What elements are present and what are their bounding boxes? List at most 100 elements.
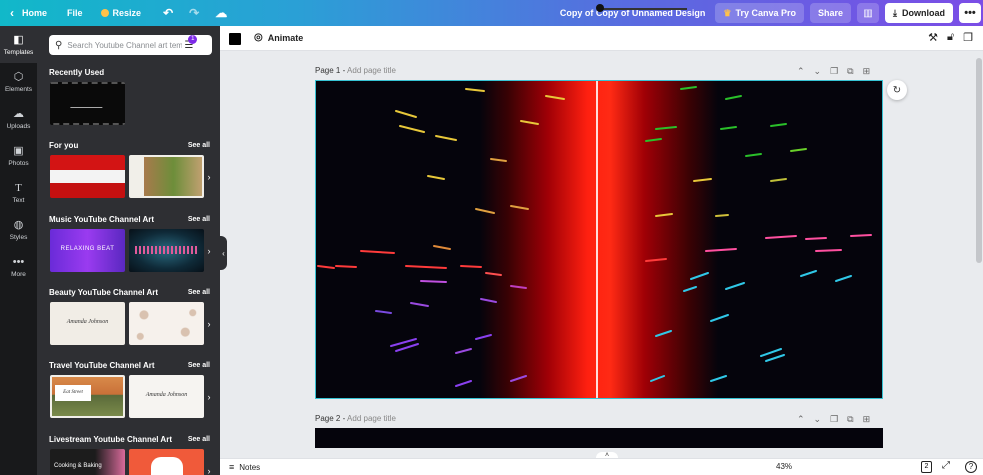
fullscreen-icon[interactable]: ⤢ xyxy=(942,460,950,471)
light-streaks-graphic xyxy=(317,86,872,387)
move-down-icon[interactable]: ⌄ xyxy=(814,66,822,77)
file-label: File xyxy=(67,8,83,18)
copy-page-icon[interactable]: ⧉ xyxy=(847,66,853,77)
help-button[interactable]: ? xyxy=(965,461,977,473)
regenerate-button[interactable]: ↻ xyxy=(887,80,907,100)
rail-item-templates[interactable]: ◧ Templates xyxy=(0,26,37,63)
carousel-next-button[interactable]: › xyxy=(205,302,213,345)
thumb-text: RELAXING BEAT xyxy=(60,246,115,252)
add-page-title[interactable]: Add page title xyxy=(347,414,396,423)
copy-page-icon[interactable]: ⧉ xyxy=(847,414,853,425)
see-all-beauty[interactable]: See all xyxy=(188,289,210,296)
animate-button[interactable]: ◎ Animate xyxy=(254,32,303,43)
move-down-icon[interactable]: ⌄ xyxy=(814,414,822,425)
rail-label: Elements xyxy=(4,85,33,93)
template-thumb[interactable]: Cooking & Baking xyxy=(50,449,125,475)
section-title-music: Music YouTube Channel Art xyxy=(49,215,155,224)
template-thumb[interactable] xyxy=(129,449,204,475)
add-page-icon[interactable]: ⊞ xyxy=(863,414,871,425)
carousel-next-button[interactable]: › xyxy=(205,229,213,272)
chevron-right-icon: › xyxy=(207,391,211,402)
design-canvas[interactable] xyxy=(315,80,883,399)
template-thumb[interactable] xyxy=(50,155,125,198)
see-all-for-you[interactable]: See all xyxy=(188,142,210,149)
template-thumb[interactable]: Amanda Johnson xyxy=(50,302,125,345)
carousel-next-button[interactable]: › xyxy=(205,375,213,418)
template-thumb[interactable] xyxy=(129,155,204,198)
rail-label: Photos xyxy=(8,159,29,167)
template-thumb[interactable]: Eat Street xyxy=(50,375,125,418)
refresh-icon: ↻ xyxy=(892,84,902,96)
more-options-button[interactable]: ••• xyxy=(959,3,981,23)
rail-item-more[interactable]: ••• More xyxy=(0,248,37,285)
zoom-slider-track[interactable] xyxy=(601,8,687,10)
insights-button[interactable]: ▥ xyxy=(857,3,880,23)
resize-label: Resize xyxy=(112,8,142,18)
chevron-left-icon: ‹ xyxy=(10,6,14,20)
rail-item-photos[interactable]: ▣ Photos xyxy=(0,137,37,174)
zoom-slider-handle[interactable] xyxy=(596,4,604,12)
duplicate-icon[interactable]: ❐ xyxy=(963,31,973,44)
try-pro-button[interactable]: ♛ Try Canva Pro xyxy=(715,3,804,23)
filter-count-badge: 1 xyxy=(188,34,198,44)
home-label: Home xyxy=(22,8,48,18)
rail-item-text[interactable]: T Text xyxy=(0,174,37,211)
filter-button[interactable]: ☰ 1 xyxy=(184,34,198,51)
cloud-icon: ☁ xyxy=(215,6,228,20)
photo-icon: ▣ xyxy=(13,144,24,157)
animate-label: Animate xyxy=(267,32,304,43)
chevron-right-icon: › xyxy=(207,318,211,329)
move-up-icon[interactable]: ⌃ xyxy=(797,414,805,425)
zoom-level[interactable]: 43% xyxy=(776,462,792,471)
see-all-music[interactable]: See all xyxy=(188,216,210,223)
crown-icon: ♛ xyxy=(723,7,732,18)
file-menu[interactable]: File xyxy=(55,0,91,26)
add-page-icon[interactable]: ⊞ xyxy=(863,66,871,77)
editor-toolbar: ◎ Animate ⚒ 🔓︎ ❐ xyxy=(220,26,983,51)
template-thumb[interactable] xyxy=(50,82,125,125)
resize-crown-icon xyxy=(100,9,109,17)
template-thumb[interactable] xyxy=(129,302,204,345)
search-input[interactable] xyxy=(67,40,183,50)
rail-item-styles[interactable]: ◍ Styles xyxy=(0,211,37,248)
download-label: Download xyxy=(902,8,945,18)
section-title-for-you: For you xyxy=(49,141,79,150)
resize-button[interactable]: Resize xyxy=(91,0,150,26)
styles-icon: ◍ xyxy=(13,218,24,231)
carousel-next-button[interactable]: › xyxy=(205,155,213,198)
page-count-button[interactable]: 2 xyxy=(921,461,932,473)
home-button[interactable]: ‹ Home xyxy=(0,0,55,26)
side-rail: ◧ Templates ⬡ Elements ☁ Uploads ▣ Photo… xyxy=(0,26,37,475)
download-button[interactable]: ⤓ Download xyxy=(885,3,953,23)
search-box[interactable]: ⚲ ☰ 1 xyxy=(49,34,212,55)
paint-roller-icon[interactable]: ⚒ xyxy=(928,31,938,44)
section-title-livestream: Livestream Youtube Channel Art xyxy=(49,435,172,444)
thumb-text: Cooking & Baking xyxy=(54,463,102,469)
animate-icon: ◎ xyxy=(254,32,263,43)
collapse-panel-button[interactable]: ‹ xyxy=(220,236,227,270)
add-page-title[interactable]: Add page title xyxy=(347,66,396,75)
see-all-livestream[interactable]: See all xyxy=(188,436,210,443)
share-button[interactable]: Share xyxy=(810,3,852,23)
thumb-text: Eat Street xyxy=(55,385,91,401)
rail-item-uploads[interactable]: ☁ Uploads xyxy=(0,100,37,137)
see-all-travel[interactable]: See all xyxy=(188,362,210,369)
carousel-next-button[interactable]: › xyxy=(205,449,213,475)
background-color-swatch[interactable] xyxy=(229,33,241,45)
save-status-button[interactable]: ☁ xyxy=(207,0,235,26)
lock-icon[interactable]: 🔓︎ xyxy=(947,31,954,44)
design-canvas-page-2[interactable] xyxy=(315,428,883,448)
undo-button[interactable]: ↶ xyxy=(149,0,181,26)
template-thumb[interactable]: RELAXING BEAT xyxy=(50,229,125,272)
rail-item-elements[interactable]: ⬡ Elements xyxy=(0,63,37,100)
template-thumb[interactable] xyxy=(129,229,204,272)
bottom-bar: ≡ Notes 43% xyxy=(220,458,983,475)
move-up-icon[interactable]: ⌃ xyxy=(797,66,805,77)
template-thumb[interactable]: Amanda Johnson xyxy=(129,375,204,418)
canvas-scrollbar-thumb[interactable] xyxy=(976,58,982,263)
notes-button[interactable]: ≡ Notes xyxy=(229,462,260,472)
duplicate-page-icon[interactable]: ❐ xyxy=(830,66,838,77)
waveform-graphic xyxy=(135,246,198,254)
duplicate-page-icon[interactable]: ❐ xyxy=(830,414,838,425)
redo-button[interactable]: ↷ xyxy=(181,0,207,26)
